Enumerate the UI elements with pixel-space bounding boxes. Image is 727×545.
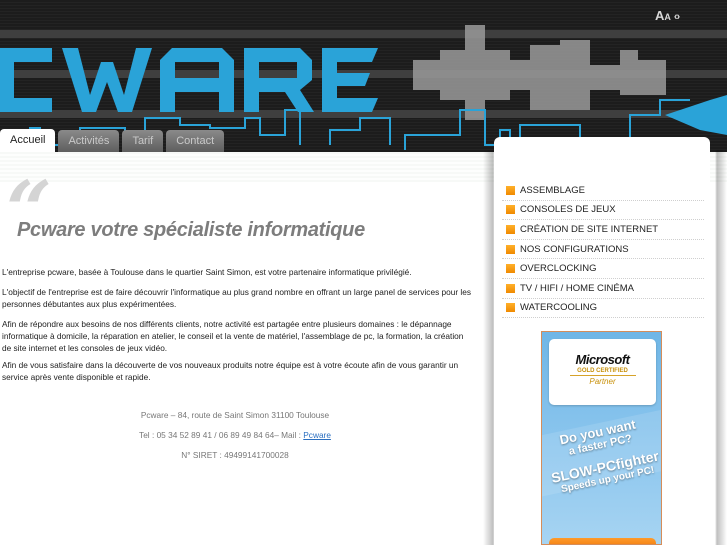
- logo-letters: [0, 48, 378, 112]
- menu-item-label: TV / HIFI / HOME CINÉMA: [520, 282, 635, 294]
- badge-certification: GOLD CERTIFIED: [569, 368, 636, 376]
- contact-info: Pcware – 84, route de Saint Simon 31100 …: [100, 409, 370, 469]
- bullet-icon: [506, 185, 515, 195]
- bullet-icon: [506, 244, 515, 254]
- category-menu: ASSEMBLAGE CONSOLES DE JEUX CRÉATION DE …: [502, 181, 704, 319]
- menu-item-watercooling[interactable]: WATERCOOLING: [502, 299, 704, 319]
- intro-paragraph: L'entreprise pcware, basée à Toulouse da…: [2, 267, 412, 277]
- menu-item-consoles[interactable]: CONSOLES DE JEUX: [502, 201, 704, 221]
- phone-line: Tel : 05 34 52 89 41 / 06 89 49 84 64– M…: [100, 429, 370, 441]
- menu-item-tv-hifi[interactable]: TV / HIFI / HOME CINÉMA: [502, 279, 704, 299]
- menu-item-label: ASSEMBLAGE: [520, 184, 585, 196]
- bullet-icon: [506, 224, 515, 234]
- services-paragraph: Afin de répondre aux besoins de nos diff…: [2, 319, 464, 353]
- phone-text: Tel : 05 34 52 89 41 / 06 89 49 84 64– M…: [139, 430, 304, 440]
- tab-contact[interactable]: Contact: [166, 130, 225, 152]
- menu-item-overclocking[interactable]: OVERCLOCKING: [502, 259, 704, 279]
- tab-activites[interactable]: Activités: [58, 130, 120, 152]
- badge-brand: Microsoft: [575, 352, 631, 367]
- bullet-icon: [506, 264, 515, 274]
- menu-item-label: WATERCOOLING: [520, 302, 598, 314]
- siret-text: N° SIRET : 49499141700028: [181, 450, 289, 460]
- bullet-icon: [506, 205, 515, 215]
- waveform-graphic: [413, 25, 666, 120]
- tab-accueil[interactable]: Accueil: [0, 129, 56, 152]
- microsoft-partner-badge: Microsoft GOLD CERTIFIED Partner: [549, 339, 656, 405]
- menu-item-label: CRÉATION DE SITE INTERNET: [520, 223, 659, 235]
- ad-copy: Do you want a faster PC? SLOW-PCfighter …: [542, 412, 661, 498]
- ad-cta-button[interactable]: [549, 538, 656, 544]
- support-paragraph: Afin de vous satisfaire dans la découver…: [2, 360, 459, 382]
- menu-item-label: OVERCLOCKING: [520, 263, 597, 275]
- mail-link[interactable]: Pcware: [303, 430, 331, 440]
- bullet-icon: [506, 283, 515, 293]
- decrease-font-icon[interactable]: A: [664, 12, 670, 22]
- menu-item-configurations[interactable]: NOS CONFIGURATIONS: [502, 240, 704, 260]
- increase-font-icon[interactable]: A: [655, 8, 664, 23]
- site-header: A A ‹› Accueil Activités Tarif Contact: [0, 0, 727, 152]
- advertisement-banner[interactable]: Microsoft GOLD CERTIFIED Partner Do you …: [541, 331, 662, 545]
- main-navigation: Accueil Activités Tarif Contact: [0, 129, 225, 152]
- menu-item-label: CONSOLES DE JEUX: [520, 204, 616, 216]
- address-text: Pcware – 84, route de Saint Simon 31100 …: [140, 410, 330, 420]
- reset-font-icon[interactable]: ‹›: [674, 11, 680, 23]
- tab-tarif[interactable]: Tarif: [122, 130, 164, 152]
- menu-item-assemblage[interactable]: ASSEMBLAGE: [502, 181, 704, 201]
- font-size-tools[interactable]: A A ‹›: [655, 8, 680, 23]
- bullet-icon: [506, 303, 515, 313]
- objective-paragraph: L'objectif de l'entreprise est de faire …: [2, 287, 472, 309]
- menu-item-label: NOS CONFIGURATIONS: [520, 243, 629, 255]
- badge-partner: Partner: [589, 377, 616, 386]
- menu-item-creation-site[interactable]: CRÉATION DE SITE INTERNET: [502, 220, 704, 240]
- page-title: Pcware votre spécialiste informatique: [17, 219, 365, 241]
